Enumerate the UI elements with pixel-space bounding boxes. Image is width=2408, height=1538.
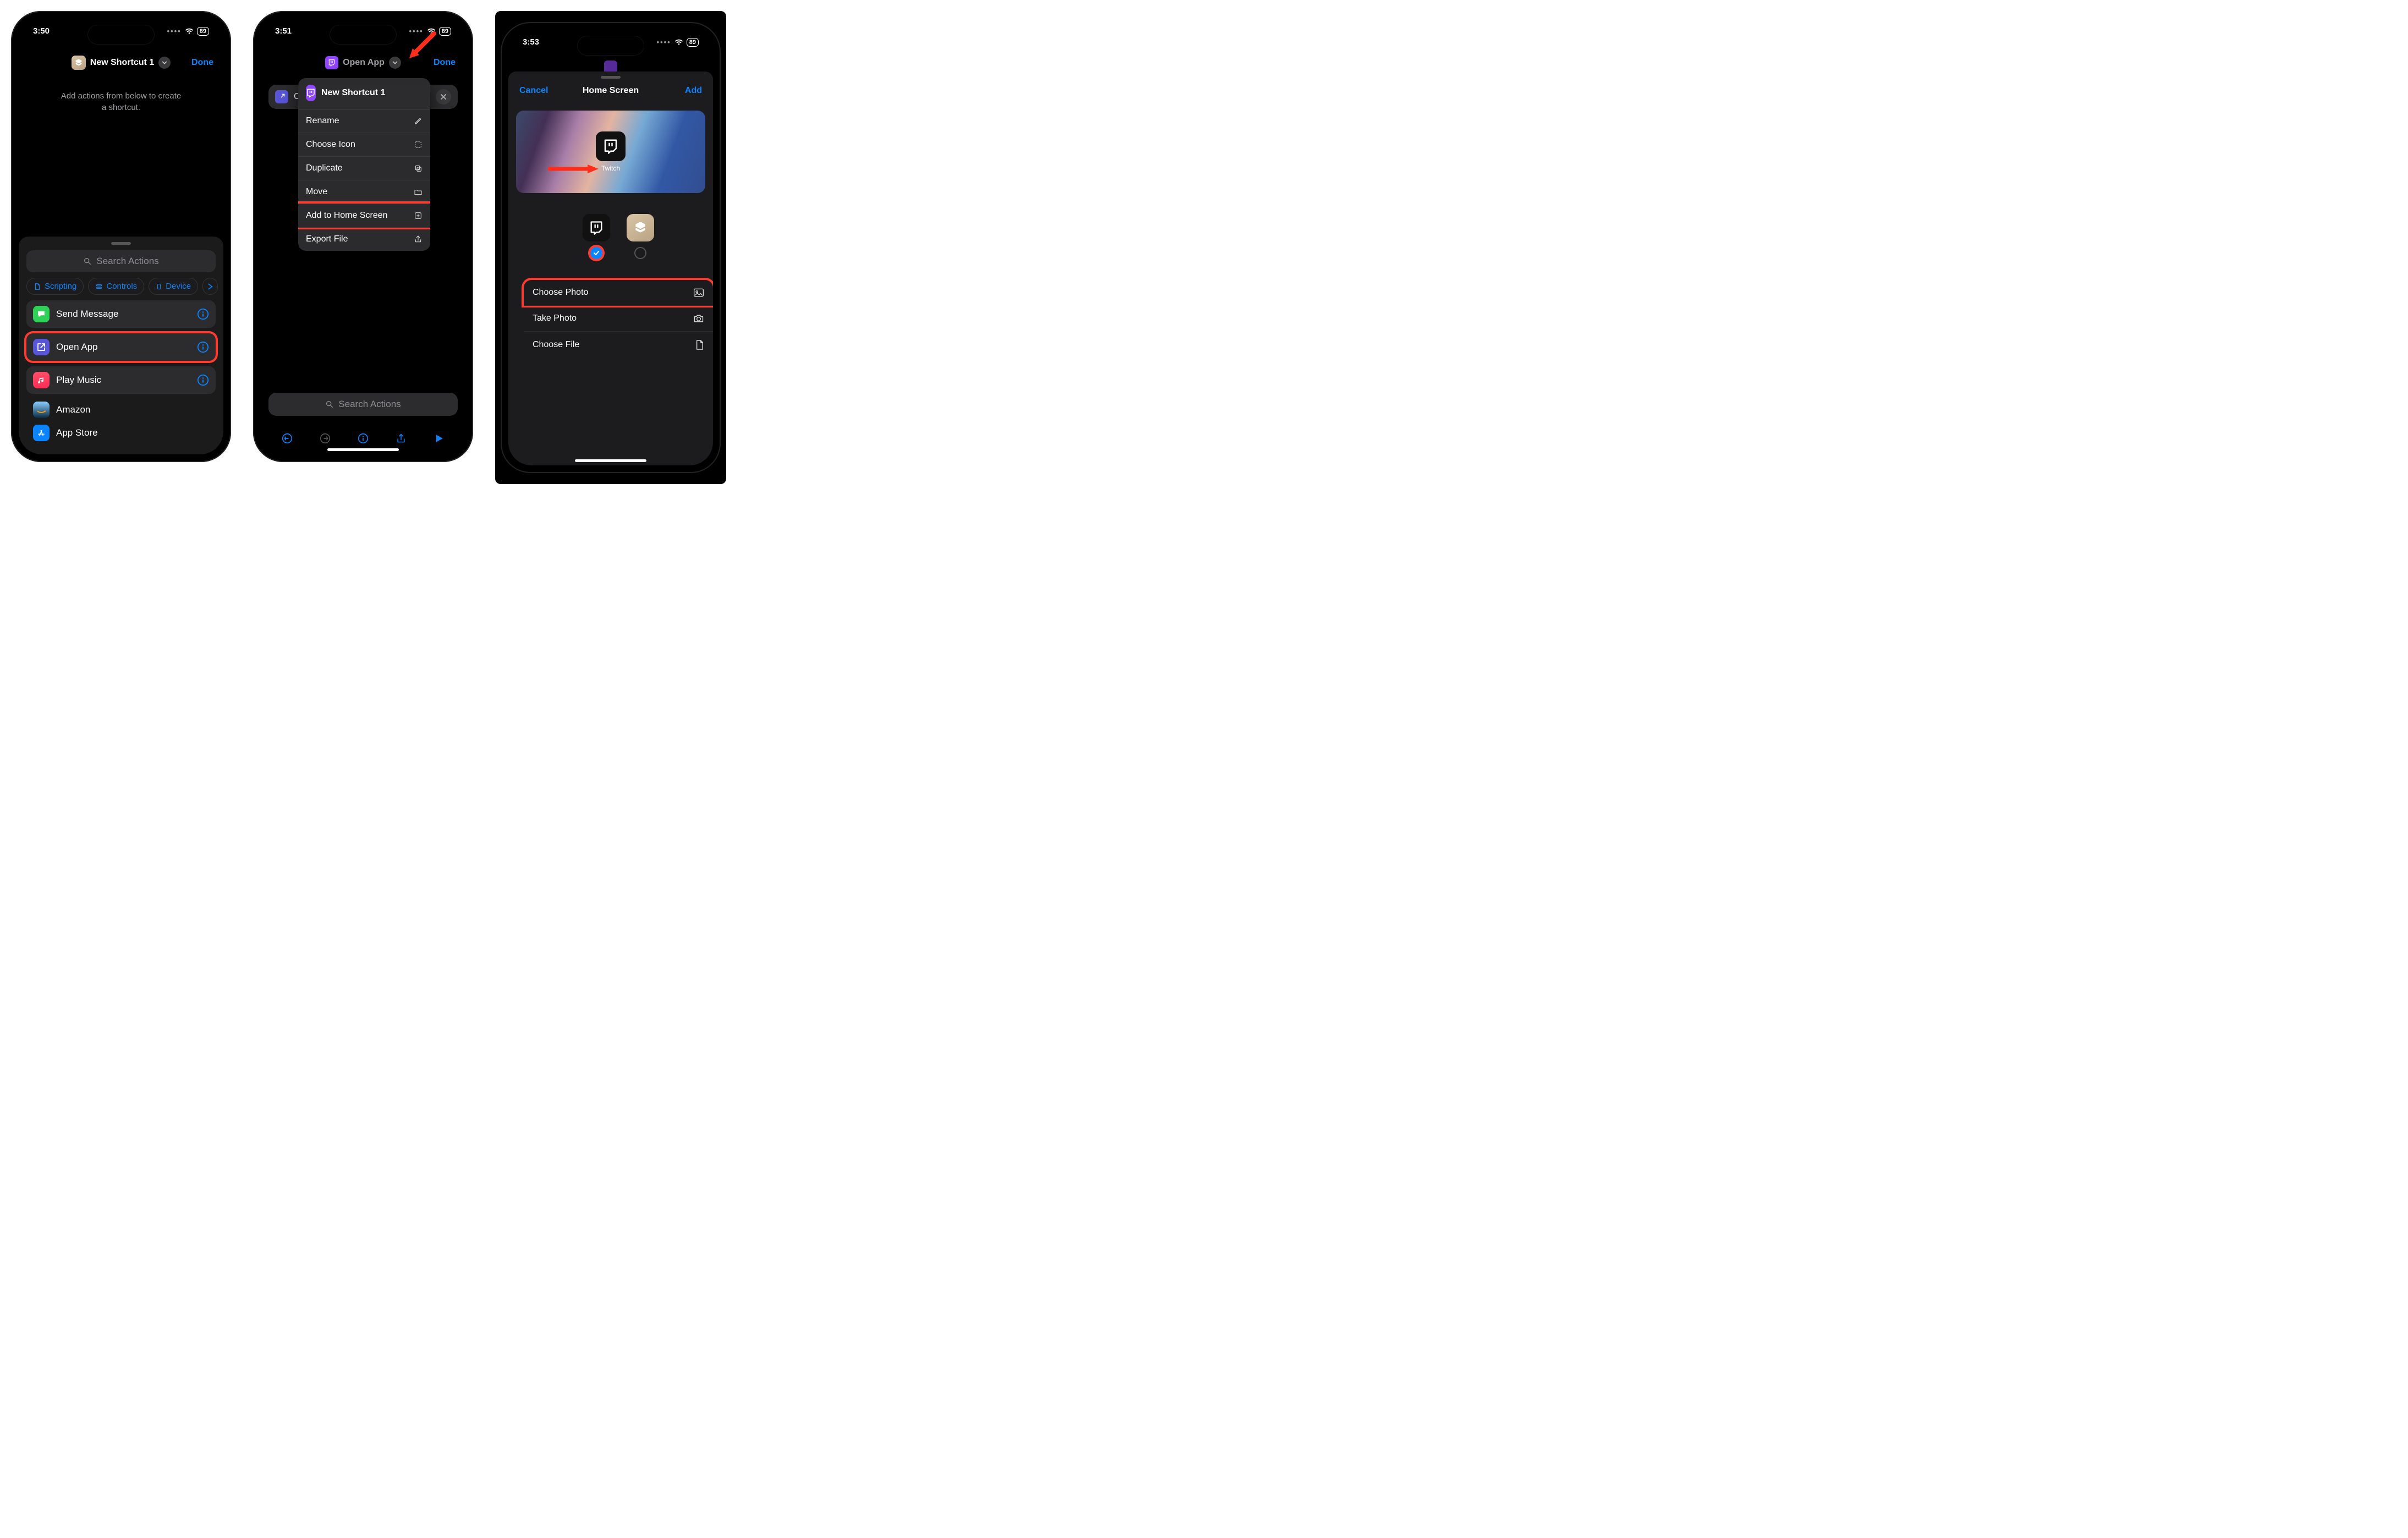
icon-picker xyxy=(524,201,713,272)
run-button[interactable] xyxy=(430,429,448,448)
status-bar: 3:53 •••• 89 xyxy=(508,37,713,47)
menu-rename[interactable]: Rename xyxy=(298,109,430,133)
open-app-icon xyxy=(33,339,50,355)
cancel-button[interactable]: Cancel xyxy=(519,86,548,96)
menu-export-file[interactable]: Export File xyxy=(298,227,430,251)
app-store-icon xyxy=(33,425,50,441)
chevron-down-icon[interactable] xyxy=(158,57,171,69)
time-label: 3:53 xyxy=(523,37,539,47)
category-more[interactable] xyxy=(202,278,218,295)
search-actions-field[interactable]: Search Actions xyxy=(26,250,216,272)
phone-frame: 3:51 •••• 89 Open App Done xyxy=(253,11,473,462)
nav-bar: New Shortcut 1 Done xyxy=(19,51,223,75)
twitch-icon xyxy=(306,85,316,101)
messages-icon xyxy=(33,306,50,322)
actions-sheet: Search Actions Scripting Controls Device xyxy=(19,237,223,454)
shortcut-icon xyxy=(72,56,86,70)
battery-level: 89 xyxy=(197,27,209,36)
amazon-icon xyxy=(33,402,50,418)
category-scripting[interactable]: Scripting xyxy=(26,278,84,295)
info-icon[interactable] xyxy=(197,308,209,320)
file-icon xyxy=(695,339,704,350)
wifi-icon xyxy=(185,28,194,35)
photo-icon xyxy=(693,288,704,298)
pencil-icon xyxy=(414,117,423,125)
home-indicator[interactable] xyxy=(575,459,646,462)
photo-source-list: Choose Photo Take Photo Choose File xyxy=(524,280,713,358)
time-label: 3:50 xyxy=(33,26,50,36)
phone-frame: 3:53 •••• 89 Cancel Home Screen Add Twit… xyxy=(501,22,721,473)
icon-option-twitch[interactable] xyxy=(583,214,610,241)
empty-state-hint: Add actions from below to create a short… xyxy=(19,90,223,113)
category-device[interactable]: Device xyxy=(149,278,198,295)
cell-signal-icon: •••• xyxy=(657,38,671,46)
preview-app-label: Twitch xyxy=(601,164,620,172)
info-icon[interactable] xyxy=(197,341,209,353)
open-icon xyxy=(278,93,286,101)
chevron-down-icon[interactable] xyxy=(389,57,401,69)
icon-option-default[interactable] xyxy=(627,214,654,241)
annotation-arrow-icon xyxy=(404,31,437,64)
phone-frame: 3:50 •••• 89 New Shortcut 1 Done Add act… xyxy=(11,11,231,462)
music-icon xyxy=(33,372,50,388)
row-take-photo[interactable]: Take Photo xyxy=(524,305,713,331)
search-actions-field[interactable]: Search Actions xyxy=(268,393,458,416)
shortcut-title[interactable]: New Shortcut 1 xyxy=(90,58,154,68)
nav-title: Home Screen xyxy=(583,86,639,96)
search-icon xyxy=(325,400,334,409)
nav-title[interactable]: Open App xyxy=(343,58,385,68)
duplicate-icon xyxy=(414,164,423,173)
menu-add-to-home-screen[interactable]: Add to Home Screen xyxy=(298,204,430,227)
export-icon xyxy=(414,235,423,244)
info-button[interactable] xyxy=(354,429,372,448)
action-app-store[interactable]: App Store xyxy=(26,422,216,443)
row-choose-file[interactable]: Choose File xyxy=(524,331,713,358)
info-icon[interactable] xyxy=(197,374,209,386)
battery-level: 89 xyxy=(439,27,451,36)
shortcut-name-input[interactable] xyxy=(321,88,430,98)
radio-unselected[interactable] xyxy=(634,247,646,259)
row-choose-photo[interactable]: Choose Photo xyxy=(524,280,713,305)
menu-move[interactable]: Move xyxy=(298,180,430,204)
menu-duplicate[interactable]: Duplicate xyxy=(298,156,430,180)
action-play-music[interactable]: Play Music xyxy=(26,366,216,394)
done-button[interactable]: Done xyxy=(191,58,213,68)
twitch-icon xyxy=(325,56,338,69)
home-screen-preview: Twitch xyxy=(516,111,705,193)
status-bar: 3:50 •••• 89 xyxy=(19,26,223,36)
icon-picker-icon xyxy=(414,140,423,149)
action-send-message[interactable]: Send Message xyxy=(26,300,216,328)
wifi-icon xyxy=(674,39,683,46)
annotation-arrow-icon xyxy=(548,163,600,174)
shortcut-context-menu: Rename Choose Icon Duplicate Move Add to… xyxy=(298,78,430,251)
folder-icon xyxy=(414,188,423,196)
search-icon xyxy=(83,257,92,266)
category-controls[interactable]: Controls xyxy=(88,278,144,295)
add-button[interactable]: Add xyxy=(685,86,702,96)
undo-button[interactable] xyxy=(278,429,297,448)
battery-level: 89 xyxy=(687,38,699,47)
preview-app-icon xyxy=(596,131,626,161)
close-action-icon[interactable] xyxy=(436,89,451,105)
cell-signal-icon: •••• xyxy=(167,27,182,35)
camera-icon xyxy=(693,314,704,323)
category-row: Scripting Controls Device xyxy=(19,278,223,300)
share-button[interactable] xyxy=(392,429,410,448)
action-open-app[interactable]: Open App xyxy=(26,333,216,361)
home-indicator[interactable] xyxy=(327,448,399,451)
time-label: 3:51 xyxy=(275,26,292,36)
done-button[interactable]: Done xyxy=(434,58,456,68)
sheet-grabber[interactable] xyxy=(111,242,131,245)
radio-selected[interactable] xyxy=(590,247,602,259)
add-home-icon xyxy=(414,211,423,220)
editor-toolbar xyxy=(261,429,465,448)
redo-button[interactable] xyxy=(316,429,334,448)
menu-choose-icon[interactable]: Choose Icon xyxy=(298,133,430,156)
action-amazon[interactable]: Amazon xyxy=(26,399,216,420)
